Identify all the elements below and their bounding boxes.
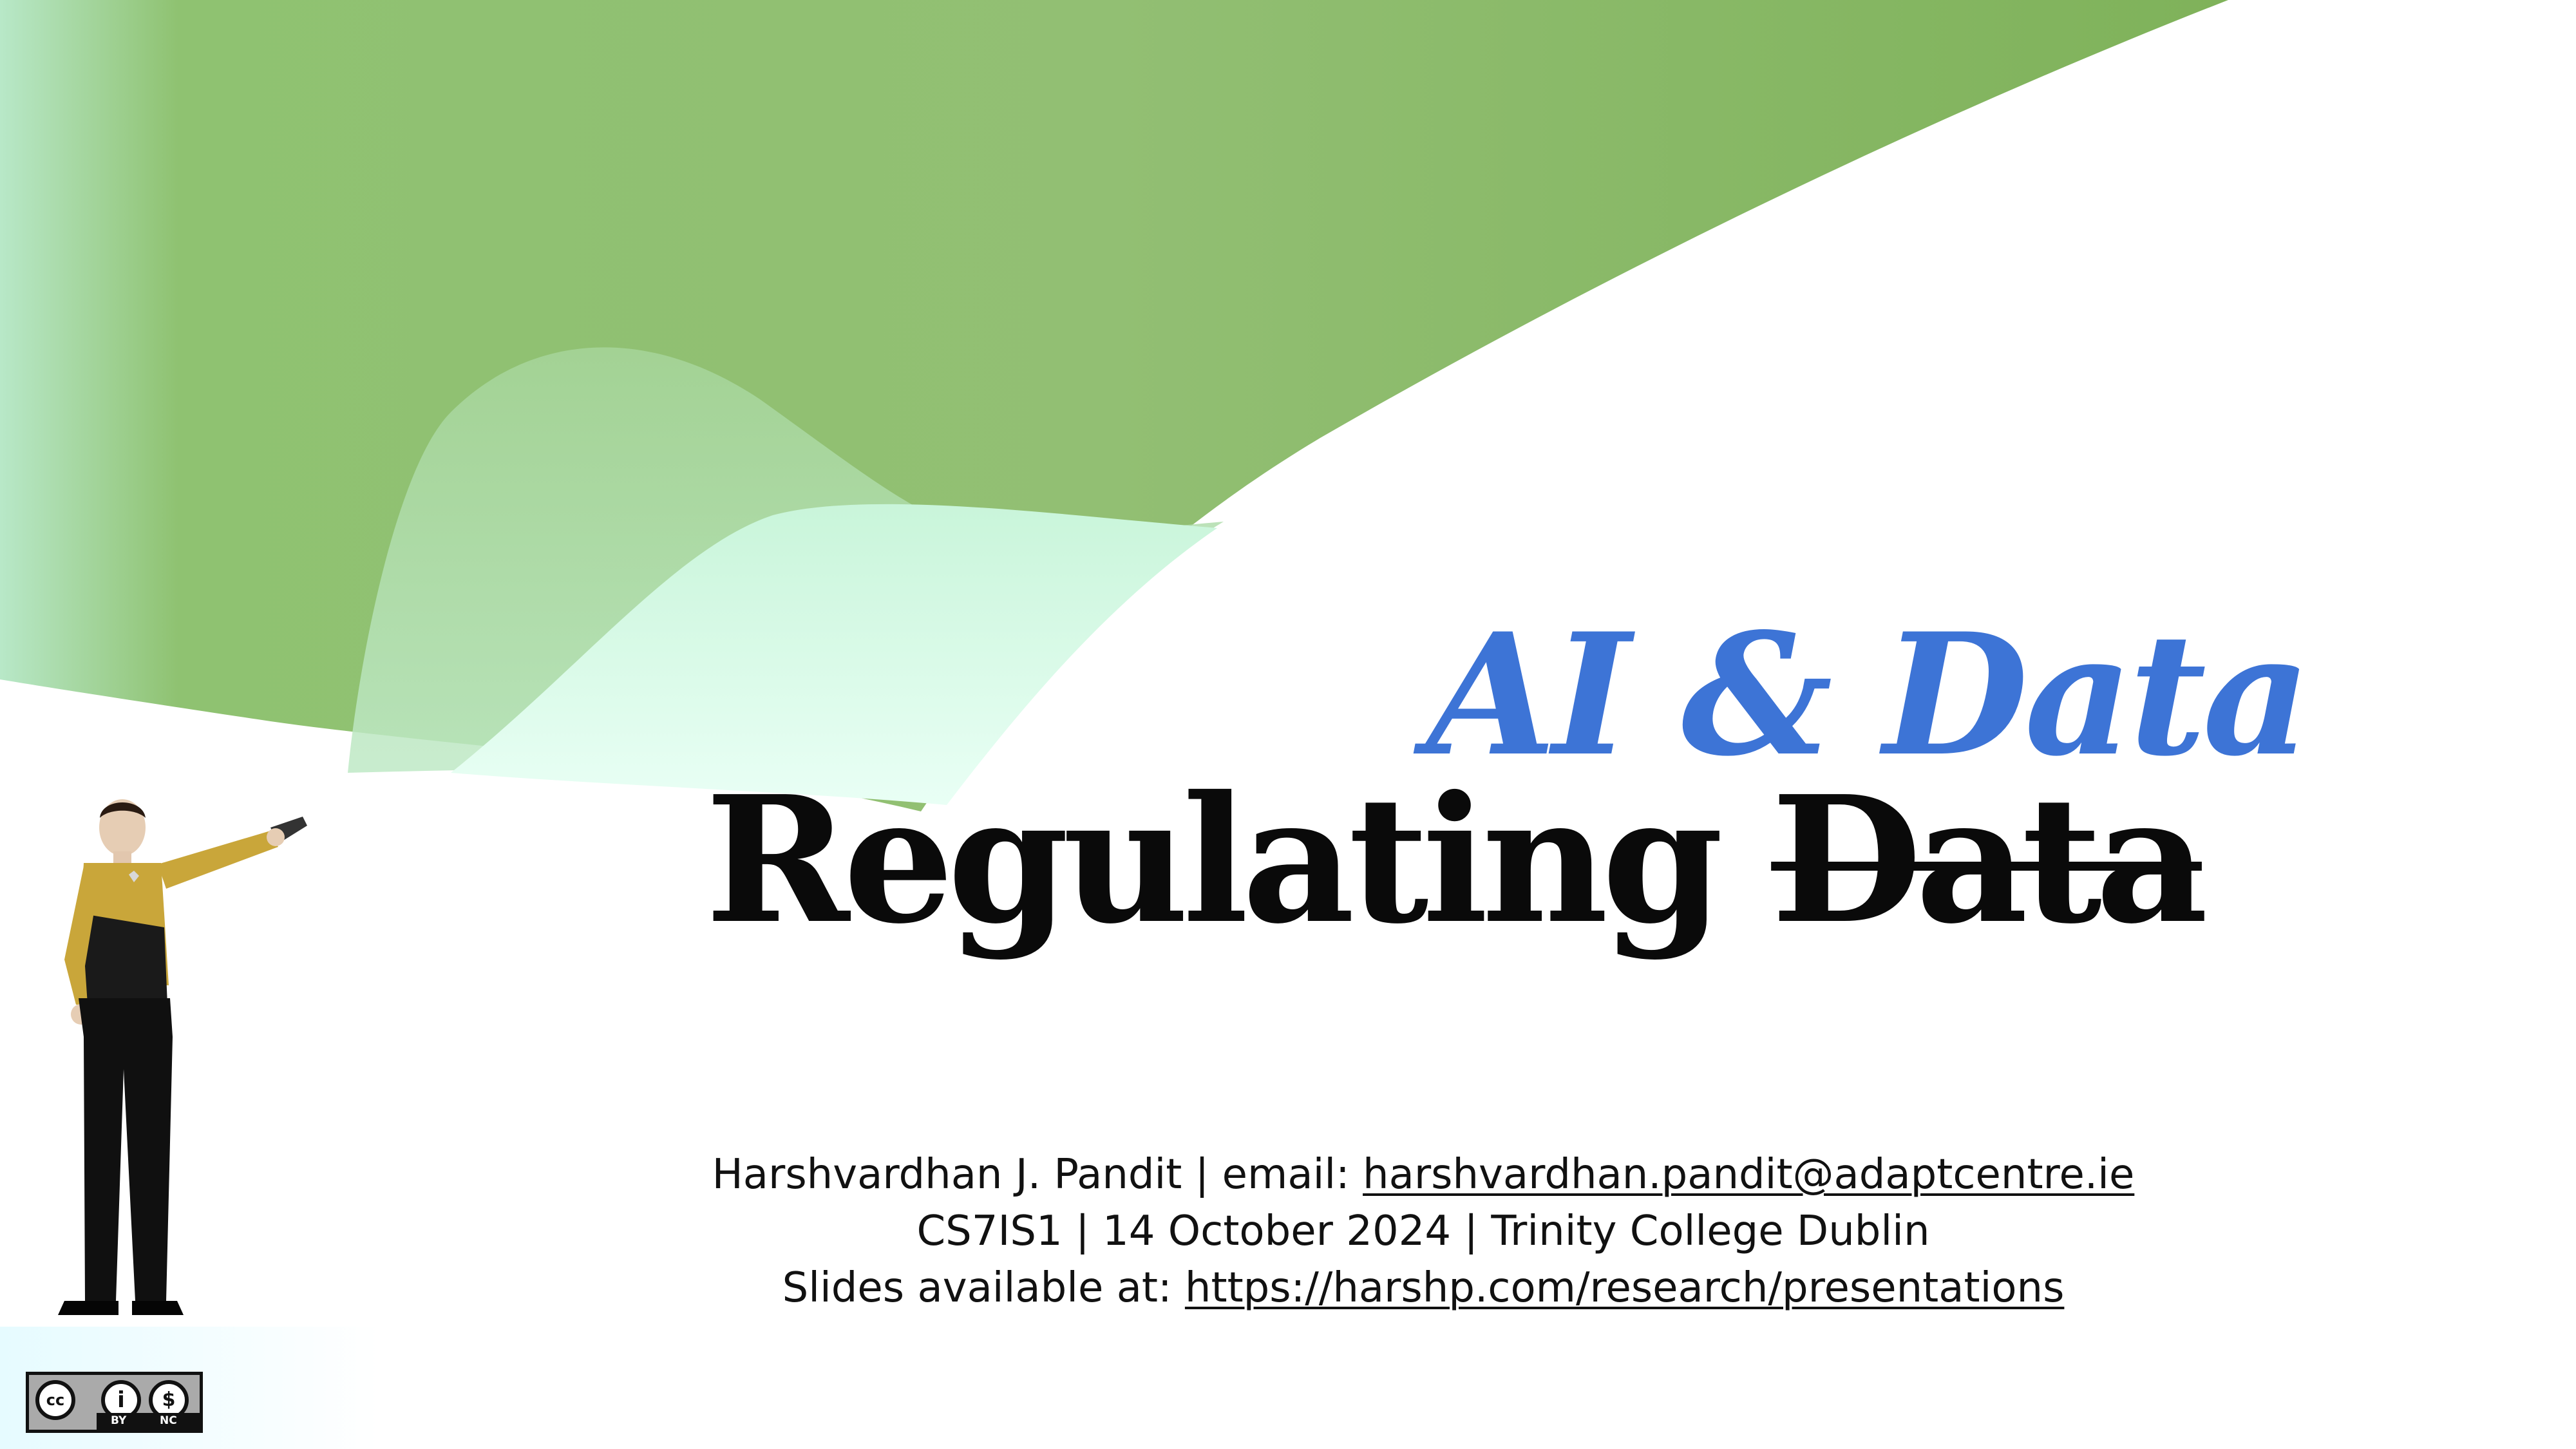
- email-link[interactable]: harshvardhan.pandit@adaptcentre.ie: [1363, 1151, 2134, 1198]
- author-line: Harshvardhan J. Pandit | email: harshvar…: [515, 1146, 2331, 1203]
- course-line: CS7IS1 | 14 October 2024 | Trinity Colle…: [916, 1208, 1930, 1255]
- license-nc-label: NC: [160, 1414, 177, 1427]
- officer-figure-illustration: [58, 799, 307, 1315]
- slides-url-link[interactable]: https://harshp.com/research/presentation…: [1185, 1264, 2065, 1312]
- title-ai-and-data: AI & Data: [1426, 597, 2311, 793]
- license-by-label: BY: [111, 1414, 127, 1427]
- slides-line-prefix: Slides available at:: [782, 1264, 1185, 1312]
- title-main: Regulating Data: [705, 773, 2208, 947]
- credits: Harshvardhan J. Pandit | email: harshvar…: [515, 1146, 2331, 1316]
- title-block: AI & Data Regulating Data: [705, 612, 2311, 998]
- title-regulating: Regulating: [705, 757, 1723, 962]
- slides-line: Slides available at: https://harshp.com/…: [515, 1260, 2331, 1316]
- license-strip: BY NC: [97, 1413, 200, 1430]
- cc-icon: cc: [35, 1380, 75, 1420]
- slide: AI & Data Regulating Data Harshvardhan J…: [0, 0, 2576, 1449]
- cc-by-nc-badge[interactable]: cc i $ BY NC: [26, 1372, 203, 1433]
- author-line-prefix: Harshvardhan J. Pandit | email:: [712, 1151, 1363, 1198]
- title-struck-data: Data: [1771, 757, 2208, 962]
